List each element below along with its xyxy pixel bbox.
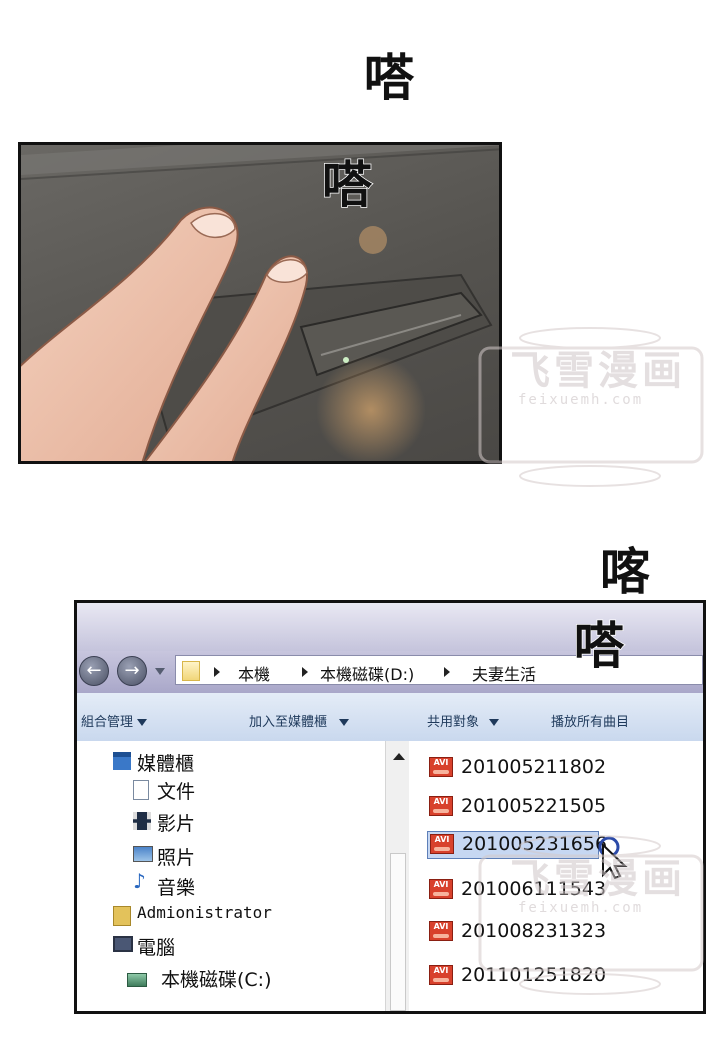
breadcrumb-folder[interactable]: 夫妻生活	[472, 661, 536, 685]
nav-label: 照片	[157, 847, 196, 869]
file-name: 201006111543	[461, 878, 607, 900]
watermark: 飞雪漫画 feixuemh.com	[470, 318, 710, 498]
file-name: 201005231656	[462, 833, 608, 855]
nav-label: 電腦	[137, 937, 176, 959]
sfx-tap-panel: 嗒	[321, 155, 373, 215]
light-glow	[359, 226, 387, 254]
nav-scrollbar[interactable]	[385, 741, 411, 1011]
add-to-library-button[interactable]: 加入至媒體櫃	[249, 711, 350, 730]
document-icon	[133, 780, 149, 800]
library-icon	[113, 752, 131, 770]
nav-label: 影片	[157, 813, 196, 835]
back-button[interactable]: ←	[79, 656, 109, 686]
nav-label: 媒體櫃	[137, 753, 195, 775]
chevron-right-icon[interactable]	[302, 667, 308, 677]
file-name: 201008231323	[461, 920, 607, 942]
organize-label: 組合管理	[81, 715, 134, 730]
touchpad-panel	[18, 142, 502, 464]
command-bar: 組合管理 加入至媒體櫃 共用對象 播放所有曲目	[77, 693, 703, 742]
breadcrumb-this-pc[interactable]: 本機	[238, 661, 270, 685]
user-folder-icon	[113, 906, 131, 926]
computer-icon	[113, 936, 133, 952]
chevron-down-icon	[339, 719, 350, 726]
history-dropdown-icon[interactable]	[155, 668, 165, 675]
mouse-pointer-icon	[598, 836, 628, 879]
music-note-icon: ♪	[133, 869, 146, 893]
avi-file-icon: AVI	[430, 834, 454, 854]
add-to-library-label: 加入至媒體櫃	[249, 715, 328, 730]
sfx-tap-top: 嗒	[363, 48, 415, 108]
chevron-down-icon	[137, 719, 148, 726]
file-name: 201005211802	[461, 756, 607, 778]
drive-icon	[127, 973, 147, 987]
nav-label: 文件	[157, 781, 196, 803]
avi-file-icon: AVI	[429, 796, 453, 816]
film-icon	[133, 812, 151, 830]
file-list: AVI 201005211802 AVI 201005221505 AVI 20…	[409, 741, 703, 1011]
play-all-button[interactable]: 播放所有曲目	[551, 711, 629, 730]
watermark-frame	[478, 327, 704, 487]
arrow-right-icon: →	[124, 660, 140, 681]
file-name: 201101251820	[461, 964, 607, 986]
file-name: 201005221505	[461, 795, 607, 817]
light-glow	[316, 355, 426, 461]
navigation-pane: 媒體櫃 文件 影片 照片 ♪ 音樂 Admionistrator 電腦 本機磁碟	[77, 741, 385, 1011]
sfx-click-a: 喀	[599, 542, 651, 602]
avi-file-icon: AVI	[429, 921, 453, 941]
avi-file-icon: AVI	[429, 965, 453, 985]
chevron-right-icon[interactable]	[214, 667, 220, 677]
watermark-title: 飞雪漫画	[510, 348, 686, 394]
scroll-track[interactable]	[390, 853, 406, 1011]
picture-icon	[133, 846, 153, 862]
organize-button[interactable]: 組合管理	[81, 711, 148, 730]
breadcrumb-local-disk-d[interactable]: 本機磁碟(D:)	[320, 661, 414, 685]
nav-label: Admionistrator	[137, 903, 272, 922]
share-with-button[interactable]: 共用對象	[427, 711, 500, 730]
touchpad-illustration	[21, 145, 499, 461]
avi-file-icon: AVI	[429, 879, 453, 899]
chevron-down-icon	[489, 719, 500, 726]
share-with-label: 共用對象	[427, 715, 480, 730]
scroll-up-icon[interactable]	[393, 753, 405, 760]
watermark-url: feixuemh.com	[518, 392, 644, 408]
folder-icon	[182, 661, 200, 681]
file-item-selected[interactable]: AVI 201005231656	[427, 831, 607, 859]
arrow-left-icon: ←	[86, 660, 102, 681]
nav-label: 音樂	[157, 877, 196, 899]
sfx-click-b: 嗒	[573, 616, 625, 676]
avi-file-icon: AVI	[429, 757, 453, 777]
nav-label: 本機磁碟(C:)	[161, 969, 272, 991]
forward-button[interactable]: →	[117, 656, 147, 686]
chevron-right-icon[interactable]	[444, 667, 450, 677]
